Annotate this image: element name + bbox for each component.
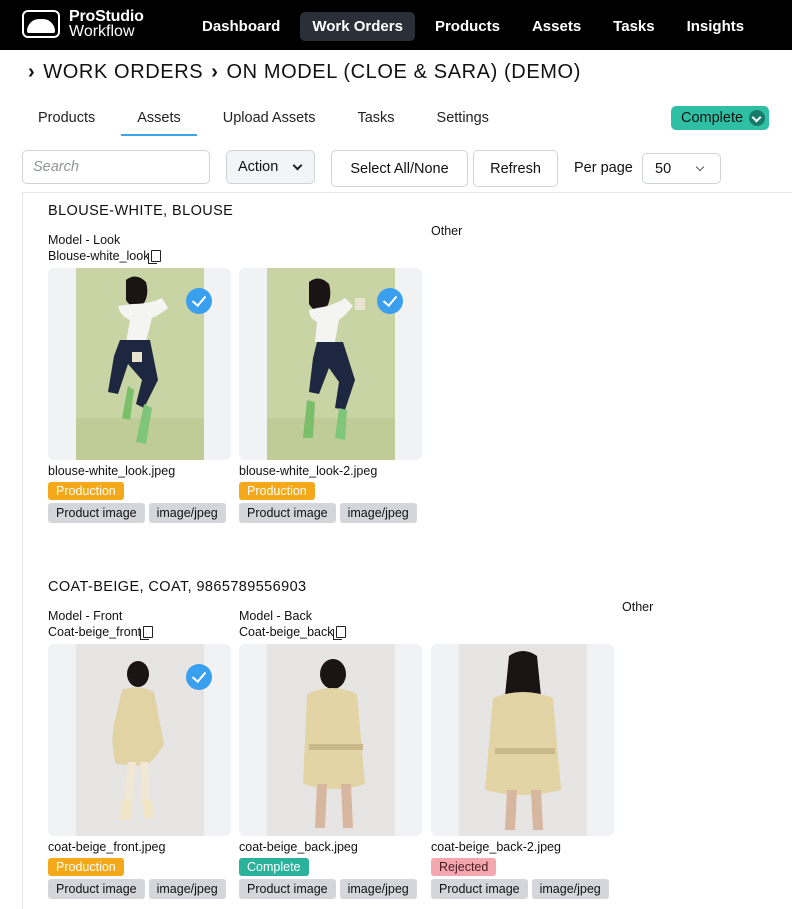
chevron-down-icon xyxy=(695,162,705,171)
per-page-value: 50 xyxy=(655,160,672,177)
tab-products[interactable]: Products xyxy=(22,108,111,136)
search-input[interactable] xyxy=(22,150,210,184)
product-photo xyxy=(459,644,587,836)
shot-column-header: Model - Front Coat-beige_front xyxy=(48,608,154,640)
copy-icon[interactable] xyxy=(140,626,154,640)
chevron-right-icon: › xyxy=(211,61,219,83)
group-title: BLOUSE-WHITE, BLOUSE xyxy=(48,203,234,219)
asset-filename: blouse-white_look-2.jpeg xyxy=(239,464,378,478)
asset-type-tag: Product image xyxy=(431,879,528,899)
breadcrumb-work-orders[interactable]: WORK ORDERS xyxy=(43,61,203,84)
shot-type-label: Model - Back xyxy=(239,609,312,623)
shot-slot-label: Blouse-white_look xyxy=(48,249,150,263)
logo-icon xyxy=(22,10,60,38)
asset-filename: coat-beige_back-2.jpeg xyxy=(431,840,561,854)
work-order-tabs: Products Assets Upload Assets Tasks Sett… xyxy=(22,108,515,136)
nav-tasks[interactable]: Tasks xyxy=(601,12,666,41)
chevron-down-icon xyxy=(292,160,303,170)
copy-icon[interactable] xyxy=(148,250,162,264)
tab-assets[interactable]: Assets xyxy=(121,108,197,136)
copy-icon[interactable] xyxy=(332,626,346,640)
asset-status-badge: Complete xyxy=(239,858,309,876)
asset-card[interactable]: coat-beige_front.jpeg Production Product… xyxy=(48,644,231,899)
tab-upload-assets[interactable]: Upload Assets xyxy=(207,108,332,136)
chevron-right-icon: › xyxy=(28,61,36,83)
product-photo xyxy=(76,644,204,836)
work-order-status-dropdown[interactable]: Complete xyxy=(671,106,770,130)
page-title: ON MODEL (CLOE & SARA) (DEMO) xyxy=(226,61,581,83)
asset-card[interactable]: blouse-white_look-2.jpeg Production Prod… xyxy=(239,268,422,523)
logo-subtitle: Workflow xyxy=(69,23,135,40)
asset-status-badge: Production xyxy=(48,482,124,500)
mime-type-tag: image/jpeg xyxy=(148,503,226,523)
main-nav: Dashboard Work Orders Products Assets Ta… xyxy=(190,12,756,41)
other-column-label: Other xyxy=(622,600,654,614)
other-column-label: Other xyxy=(431,224,463,238)
tab-settings[interactable]: Settings xyxy=(421,108,505,136)
nav-products[interactable]: Products xyxy=(423,12,512,41)
shot-slot-label: Coat-beige_front xyxy=(48,625,142,639)
asset-filename: coat-beige_front.jpeg xyxy=(48,840,166,854)
shot-type-label: Model - Front xyxy=(48,609,123,623)
nav-work-orders[interactable]: Work Orders xyxy=(300,12,415,41)
asset-card[interactable]: blouse-white_look.jpeg Production Produc… xyxy=(48,268,231,523)
product-photo xyxy=(267,268,395,460)
group-title: COAT-BEIGE, COAT, 9865789556903 xyxy=(48,579,307,595)
shot-slot-label: Coat-beige_back xyxy=(239,625,334,639)
selected-check-icon[interactable] xyxy=(186,288,212,314)
top-navigation-bar: ProStudio Workflow Dashboard Work Orders… xyxy=(0,0,792,50)
asset-thumbnail[interactable] xyxy=(431,644,614,836)
asset-type-tag: Product image xyxy=(239,503,336,523)
action-dropdown[interactable]: Action xyxy=(226,150,315,184)
shot-type-label: Model - Look xyxy=(48,233,121,247)
selected-check-icon[interactable] xyxy=(186,664,212,690)
asset-status-badge: Production xyxy=(239,482,315,500)
tab-tasks[interactable]: Tasks xyxy=(341,108,410,136)
logo-title: ProStudio xyxy=(69,8,144,25)
product-photo xyxy=(76,268,204,460)
refresh-button[interactable]: Refresh xyxy=(473,150,558,187)
shot-column-header: Model - Back Coat-beige_back xyxy=(239,608,346,640)
asset-type-tag: Product image xyxy=(48,879,145,899)
asset-card[interactable]: coat-beige_back.jpeg Complete Product im… xyxy=(239,644,422,899)
mime-type-tag: image/jpeg xyxy=(531,879,609,899)
app-logo[interactable]: ProStudio Workflow xyxy=(22,8,144,40)
nav-dashboard[interactable]: Dashboard xyxy=(190,12,292,41)
assets-panel: BLOUSE-WHITE, BLOUSE Model - Look Blouse… xyxy=(22,192,792,909)
asset-thumbnail[interactable] xyxy=(239,268,422,460)
mime-type-tag: image/jpeg xyxy=(148,879,226,899)
asset-type-tag: Product image xyxy=(48,503,145,523)
asset-filename: blouse-white_look.jpeg xyxy=(48,464,176,478)
chevron-down-icon xyxy=(749,110,766,126)
per-page-label: Per page xyxy=(574,160,633,176)
asset-card[interactable]: coat-beige_back-2.jpeg Rejected Product … xyxy=(431,644,614,899)
nav-assets[interactable]: Assets xyxy=(520,12,593,41)
asset-status-badge: Production xyxy=(48,858,124,876)
asset-filename: coat-beige_back.jpeg xyxy=(239,840,358,854)
product-photo xyxy=(267,644,395,836)
breadcrumb: › WORK ORDERS › ON MODEL (CLOE & SARA) (… xyxy=(28,61,581,84)
asset-thumbnail[interactable] xyxy=(48,644,231,836)
shot-column-header: Model - Look Blouse-white_look xyxy=(48,232,162,264)
asset-status-badge: Rejected xyxy=(431,858,497,876)
per-page-select[interactable]: 50 xyxy=(642,153,721,184)
select-all-button[interactable]: Select All/None xyxy=(331,150,468,187)
action-label: Action xyxy=(238,159,279,175)
asset-thumbnail[interactable] xyxy=(239,644,422,836)
nav-insights[interactable]: Insights xyxy=(675,12,757,41)
mime-type-tag: image/jpeg xyxy=(339,879,417,899)
selected-check-icon[interactable] xyxy=(377,288,403,314)
asset-type-tag: Product image xyxy=(239,879,336,899)
status-label: Complete xyxy=(681,110,744,126)
asset-thumbnail[interactable] xyxy=(48,268,231,460)
mime-type-tag: image/jpeg xyxy=(339,503,417,523)
